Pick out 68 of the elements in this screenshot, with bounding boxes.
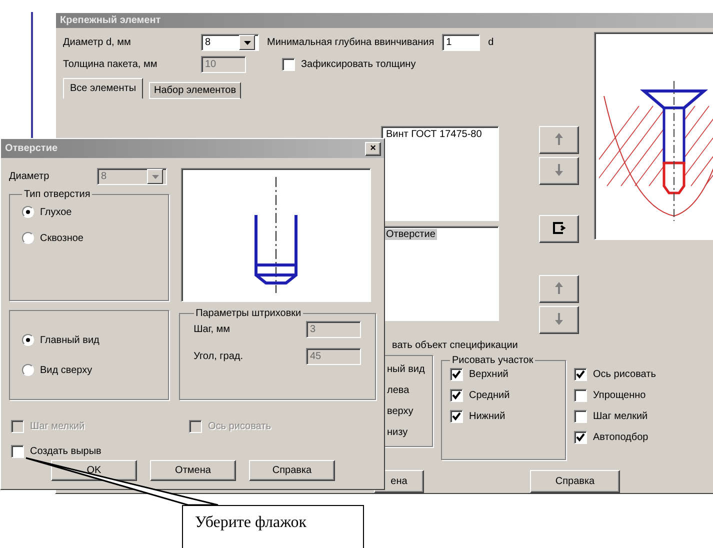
- checkbox[interactable]: [574, 431, 587, 444]
- radio-label: Вид сверху: [40, 364, 92, 376]
- checkbox[interactable]: [282, 58, 295, 71]
- move-down-button[interactable]: [539, 157, 579, 185]
- checkbox[interactable]: [11, 445, 24, 458]
- checkbox-label: Шаг мелкий: [593, 411, 648, 422]
- radio-button[interactable]: [22, 334, 34, 346]
- tab[interactable]: Все элементы: [63, 78, 144, 99]
- checkbox-label: Верхний: [469, 369, 508, 380]
- checkbox-label: Упрощенно: [593, 390, 646, 401]
- unit-label: d: [488, 37, 494, 48]
- checkbox-label: Нижний: [469, 411, 506, 422]
- up-arrow-icon: [554, 280, 564, 294]
- checkbox[interactable]: [574, 389, 587, 402]
- checkbox-label: Ось рисовать: [208, 421, 271, 432]
- list-item[interactable]: Отверстие: [384, 229, 438, 240]
- radio-button[interactable]: [22, 206, 34, 218]
- radio-label: Глухое: [40, 206, 72, 218]
- radio-button[interactable]: [22, 364, 34, 376]
- radio-label: Главный вид: [40, 334, 100, 346]
- group-title: Рисовать участок: [451, 355, 534, 366]
- checkbox[interactable]: [450, 410, 463, 423]
- move-down-button[interactable]: [539, 306, 579, 334]
- checkbox-label: Создать вырыв: [30, 446, 102, 457]
- down-arrow-icon: [554, 312, 564, 326]
- checkbox-label: Ось рисовать: [593, 369, 656, 380]
- view-option-label: лева: [387, 385, 410, 396]
- diameter-label: Диаметр d, мм: [63, 37, 132, 48]
- list-item[interactable]: Винт ГОСТ 17475-80: [384, 129, 484, 140]
- window-title: Крепежный элемент: [56, 13, 713, 28]
- close-button[interactable]: ×: [365, 142, 381, 156]
- view-option-label: верху: [387, 406, 414, 417]
- checkbox-label: Зафиксировать толщину: [301, 59, 416, 70]
- help-button[interactable]: Справка: [249, 460, 335, 481]
- dropdown-arrow-icon: [152, 174, 158, 178]
- group-title: Тип отверстия: [23, 189, 92, 200]
- dropdown-arrow-icon: [244, 40, 250, 44]
- radio-button[interactable]: [22, 232, 34, 244]
- view-option-label: ный вид: [387, 364, 426, 375]
- min-depth-field[interactable]: 1: [442, 34, 480, 51]
- down-arrow-icon: [554, 162, 564, 176]
- tab[interactable]: Набор элементов: [149, 82, 242, 99]
- swap-icon: [552, 222, 566, 234]
- field-label: Угол, град.: [194, 351, 244, 362]
- group-title: Параметры штриховки: [194, 308, 302, 319]
- move-up-button[interactable]: [539, 126, 579, 154]
- swap-button[interactable]: [539, 215, 579, 243]
- diameter-combobox[interactable]: 8: [201, 34, 259, 51]
- checkbox[interactable]: [450, 389, 463, 402]
- help-button[interactable]: Справка: [530, 470, 620, 493]
- checkbox[interactable]: [574, 410, 587, 423]
- dialog-title: Отверстие ×: [1, 139, 384, 158]
- checkbox[interactable]: [450, 368, 463, 381]
- callout-text: Уберите флажок: [182, 505, 364, 548]
- spec-caption: вать объект спецификации: [392, 340, 519, 351]
- cancel-button[interactable]: Отмена: [150, 460, 236, 481]
- thickness-label: Толщина пакета, мм: [63, 59, 158, 70]
- field-label: Шаг, мм: [194, 324, 230, 335]
- radio-label: Сквозное: [40, 232, 84, 244]
- move-up-button[interactable]: [539, 275, 579, 303]
- checkbox-label: Автоподбор: [593, 432, 648, 443]
- view-option-label: низу: [387, 427, 409, 438]
- checkbox[interactable]: [574, 368, 587, 381]
- checkbox-label: Шаг мелкий: [30, 421, 85, 432]
- min-depth-label: Минимальная глубина ввинчивания: [267, 37, 434, 48]
- up-arrow-icon: [554, 132, 564, 146]
- checkbox-label: Средний: [469, 390, 510, 401]
- diameter-label: Диаметр: [9, 171, 50, 182]
